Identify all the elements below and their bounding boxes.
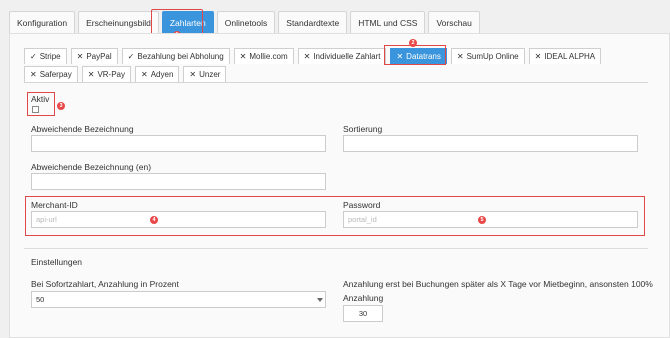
pay-tab-vr-pay[interactable]: ✕ VR-Pay bbox=[81, 66, 131, 82]
cross-icon: ✕ bbox=[303, 52, 311, 61]
merchant-id-label: Merchant-ID bbox=[31, 200, 78, 210]
cross-icon: ✕ bbox=[189, 70, 197, 79]
tab-konfiguration[interactable]: Konfiguration bbox=[9, 11, 76, 33]
section-divider bbox=[24, 248, 648, 249]
payment-tabs-row-1: ✓ Stripe ✕ PayPal ✓ Bezahlung bei Abholung … bbox=[24, 48, 605, 64]
pay-tab-label: Saferpay bbox=[39, 70, 72, 79]
step-badge-5: 5 bbox=[478, 216, 486, 224]
cross-icon: ✕ bbox=[87, 70, 95, 79]
anzahlung-tage-label: Anzahlung erst bei Buchungen später als … bbox=[343, 279, 653, 289]
merchant-id-input[interactable]: api-url bbox=[31, 211, 326, 228]
pay-tab-bezahlung-bei-abholung[interactable]: ✓ Bezahlung bei Abholung bbox=[121, 48, 230, 64]
abweichende-bezeichnung-en-input[interactable] bbox=[31, 173, 326, 190]
tab-vorschau[interactable]: Vorschau bbox=[428, 11, 480, 33]
pay-tab-mollie[interactable]: ✕ Mollie.com bbox=[233, 48, 294, 64]
aktiv-label: Aktiv bbox=[31, 94, 50, 104]
cross-icon: ✕ bbox=[30, 70, 37, 79]
tab-html-und-css[interactable]: HTML und CSS bbox=[350, 11, 426, 33]
pay-tab-individuelle-zahlart[interactable]: ✕ Individuelle Zahlart bbox=[297, 48, 387, 64]
step-badge-4: 4 bbox=[150, 216, 158, 224]
einstellungen-heading: Einstellungen bbox=[31, 257, 83, 267]
cross-icon: ✕ bbox=[141, 70, 148, 79]
cross-icon: ✕ bbox=[456, 52, 464, 61]
pay-tab-adyen[interactable]: ✕ Adyen bbox=[135, 66, 180, 82]
cross-icon: ✕ bbox=[239, 52, 247, 61]
cross-icon: ✕ bbox=[76, 52, 84, 61]
pay-tab-label: Mollie.com bbox=[249, 52, 288, 61]
cross-icon: ✕ bbox=[534, 52, 542, 61]
sofortzahlart-label: Bei Sofortzahlart, Anzahlung in Prozent bbox=[31, 279, 179, 289]
pay-tab-stripe[interactable]: ✓ Stripe bbox=[24, 48, 67, 64]
pay-tab-label: VR-Pay bbox=[97, 70, 125, 79]
pay-tab-ideal-alpha[interactable]: ✕ IDEAL ALPHA bbox=[528, 48, 602, 64]
anzahlung-label: Anzahlung bbox=[343, 293, 384, 303]
chevron-down-icon bbox=[317, 298, 323, 302]
sortierung-label: Sortierung bbox=[343, 124, 383, 134]
pay-tab-saferpay[interactable]: ✕ Saferpay bbox=[24, 66, 78, 82]
sortierung-input[interactable] bbox=[343, 135, 638, 152]
abweichende-bezeichnung-input[interactable] bbox=[31, 135, 326, 152]
tab-divider bbox=[24, 82, 648, 83]
pay-tab-label: Individuelle Zahlart bbox=[313, 52, 381, 61]
pay-tab-label: SumUp Online bbox=[466, 52, 519, 61]
pay-tab-label: Unzer bbox=[199, 70, 221, 79]
datatrans-highlight bbox=[384, 45, 446, 65]
check-icon: ✓ bbox=[30, 52, 37, 61]
payment-tabs-row-2: ✕ Saferpay ✕ VR-Pay ✕ Adyen ✕ Unzer bbox=[24, 66, 230, 82]
abweichende-bezeichnung-en-label: Abweichende Bezeichnung (en) bbox=[31, 162, 152, 172]
tab-standardtexte[interactable]: Standardtexte bbox=[278, 11, 348, 33]
tab-erscheinungsbild[interactable]: Erscheinungsbild bbox=[78, 11, 159, 33]
top-tab-bar: Konfiguration Erscheinungsbild Zahlarten… bbox=[9, 11, 483, 33]
password-input[interactable]: portal_id bbox=[343, 211, 638, 228]
anzahlung-input[interactable]: 30 bbox=[343, 305, 383, 322]
step-badge-2: 2 bbox=[409, 39, 417, 47]
pay-tab-label: Adyen bbox=[150, 70, 174, 79]
password-label: Password bbox=[343, 200, 381, 210]
aktiv-checkbox[interactable] bbox=[32, 106, 39, 113]
pay-tab-unzer[interactable]: ✕ Unzer bbox=[183, 66, 227, 82]
tab-onlinetools[interactable]: Onlinetools bbox=[216, 11, 276, 33]
pay-tab-paypal[interactable]: ✕ PayPal bbox=[70, 48, 118, 64]
pay-tab-label: IDEAL ALPHA bbox=[544, 52, 596, 61]
check-icon: ✓ bbox=[127, 52, 135, 61]
abweichende-bezeichnung-label: Abweichende Bezeichnung bbox=[31, 124, 134, 134]
pay-tab-label: Bezahlung bei Abholung bbox=[137, 52, 224, 61]
pay-tab-sumup-online[interactable]: ✕ SumUp Online bbox=[450, 48, 525, 64]
pay-tab-label: Stripe bbox=[39, 52, 61, 61]
sofortzahlart-select[interactable]: 50 bbox=[31, 291, 326, 308]
pay-tab-label: PayPal bbox=[86, 52, 112, 61]
step-badge-3: 3 bbox=[57, 102, 65, 110]
